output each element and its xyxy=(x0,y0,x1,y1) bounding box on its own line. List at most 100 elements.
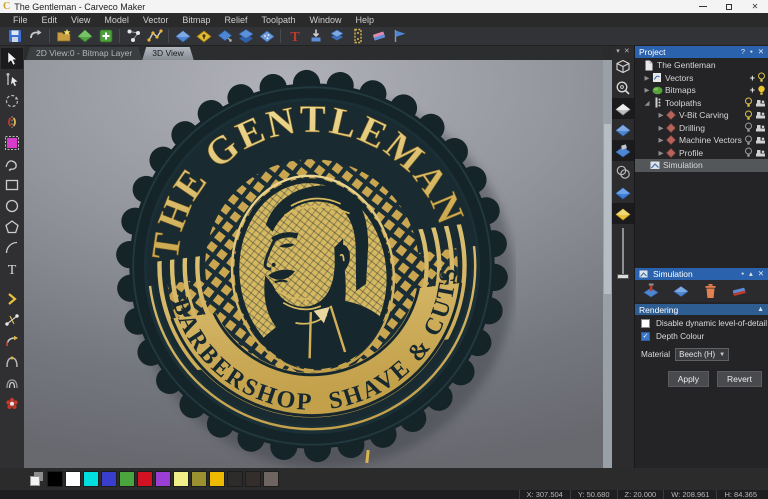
relief-stack-button[interactable] xyxy=(235,28,256,45)
relief-paste-button[interactable] xyxy=(214,28,235,45)
node-edit-tool[interactable] xyxy=(1,69,23,90)
menu-relief[interactable]: Relief xyxy=(217,13,254,27)
relief-diamond-icon[interactable] xyxy=(673,283,690,299)
depth-colour-checkbox[interactable]: ✓ xyxy=(641,332,650,341)
palette-options-icon[interactable] xyxy=(30,472,44,486)
expander-icon[interactable]: ▶ xyxy=(657,136,665,144)
node-editing-button[interactable] xyxy=(123,28,144,45)
polygon-tool[interactable] xyxy=(1,216,23,237)
menu-model[interactable]: Model xyxy=(97,13,136,27)
simulate-toolpaths-icon[interactable] xyxy=(643,283,660,299)
add-icon[interactable]: + xyxy=(750,73,755,83)
menu-view[interactable]: View xyxy=(64,13,97,27)
lightbulb-off-icon[interactable] xyxy=(744,135,753,146)
lightbulb-off-icon[interactable] xyxy=(744,147,753,158)
join-tool[interactable] xyxy=(1,351,23,372)
relief-erase-button[interactable] xyxy=(368,28,389,45)
arc-tool[interactable] xyxy=(1,237,23,258)
material-select[interactable]: Beech (H) ▼ xyxy=(675,348,729,361)
toolpath-preview-button[interactable] xyxy=(389,28,410,45)
fillet-tool[interactable] xyxy=(1,330,23,351)
relief-lock-button[interactable] xyxy=(193,28,214,45)
machine-icon[interactable] xyxy=(755,148,766,158)
lightbulb-icon[interactable] xyxy=(744,110,753,121)
machine-icon[interactable] xyxy=(755,123,766,133)
save-button[interactable] xyxy=(4,28,25,45)
menu-help[interactable]: Help xyxy=(349,13,382,27)
vector-pick-tool[interactable] xyxy=(1,288,23,309)
color-swatch[interactable] xyxy=(119,471,135,487)
lightbulb-on-icon[interactable] xyxy=(757,85,766,96)
slider-handle[interactable] xyxy=(617,274,629,279)
stamp-relief-button[interactable] xyxy=(305,28,326,45)
layer-white-button[interactable] xyxy=(612,98,634,119)
layer-stamp-button[interactable] xyxy=(612,140,634,161)
add-button[interactable] xyxy=(95,28,116,45)
node-cut-tool[interactable] xyxy=(1,309,23,330)
zoom-object-button[interactable] xyxy=(612,77,634,98)
nesting-tool[interactable] xyxy=(1,393,23,414)
help-icon[interactable]: ? xyxy=(741,46,745,58)
expander-open-icon[interactable]: ◢ xyxy=(643,99,651,107)
close-panel-icon[interactable]: ✕ xyxy=(758,268,764,280)
isometric-view-button[interactable] xyxy=(612,56,634,77)
lightbulb-icon[interactable] xyxy=(757,72,766,83)
color-swatch[interactable] xyxy=(227,471,243,487)
strip-collapse-icon[interactable]: ▾ xyxy=(616,47,620,55)
collapse-chevron-icon[interactable]: ▲ xyxy=(757,306,764,313)
pin-icon[interactable]: ▪ xyxy=(741,268,744,280)
expander-icon[interactable]: ▶ xyxy=(657,149,665,157)
disable-lod-checkbox[interactable] xyxy=(641,319,650,328)
close-button[interactable]: ✕ xyxy=(742,0,768,13)
tree-item-toolpaths[interactable]: ◢ Toolpaths xyxy=(635,97,768,110)
tree-item-profile[interactable]: ▶ Profile xyxy=(635,147,768,160)
scrollbar-thumb[interactable] xyxy=(604,124,611,294)
add-icon[interactable]: + xyxy=(750,85,755,95)
offset-tool[interactable] xyxy=(1,372,23,393)
float-icon[interactable]: ▴ xyxy=(749,268,753,280)
rendering-section-header[interactable]: Rendering ▲ xyxy=(635,304,768,315)
menu-edit[interactable]: Edit xyxy=(35,13,65,27)
select-tool[interactable] xyxy=(1,48,23,69)
layer-blue-button[interactable] xyxy=(612,119,634,140)
color-swatch[interactable] xyxy=(155,471,171,487)
menu-bitmap[interactable]: Bitmap xyxy=(175,13,217,27)
color-swatch[interactable] xyxy=(245,471,261,487)
tab-2d-view[interactable]: 2D View:0 - Bitmap Layer xyxy=(26,47,142,60)
text-tool-button[interactable]: T xyxy=(284,28,305,45)
color-swatch[interactable] xyxy=(137,471,153,487)
machine-icon[interactable] xyxy=(755,98,766,108)
create-polyline-button[interactable] xyxy=(144,28,165,45)
strip-close-icon[interactable]: ✕ xyxy=(624,47,630,55)
freehand-tool[interactable] xyxy=(1,153,23,174)
new-model-button[interactable] xyxy=(74,28,95,45)
expander-icon[interactable]: ▶ xyxy=(643,86,651,94)
tree-item-model[interactable]: The Gentleman xyxy=(635,59,768,72)
simulation-slider[interactable] xyxy=(612,228,634,284)
transform-tool[interactable] xyxy=(1,90,23,111)
ellipse-tool[interactable] xyxy=(1,195,23,216)
mirror-tool[interactable] xyxy=(1,111,23,132)
close-panel-icon[interactable]: ✕ xyxy=(758,46,764,58)
minimize-button[interactable] xyxy=(690,0,716,13)
apply-button[interactable]: Apply xyxy=(668,371,709,387)
lightbulb-off-icon[interactable] xyxy=(744,122,753,133)
bitmap-select-tool[interactable] xyxy=(1,132,23,153)
tree-item-vectors[interactable]: ▶ Vectors + xyxy=(635,72,768,85)
color-swatch[interactable] xyxy=(191,471,207,487)
undo-button[interactable] xyxy=(25,28,46,45)
relief-layers-button[interactable] xyxy=(326,28,347,45)
color-swatch[interactable] xyxy=(173,471,189,487)
rectangle-tool[interactable] xyxy=(1,174,23,195)
tree-item-machine-vectors[interactable]: ▶ Machine Vectors xyxy=(635,134,768,147)
revert-button[interactable]: Revert xyxy=(717,371,762,387)
layer-gold-button[interactable] xyxy=(612,203,634,224)
machine-icon[interactable] xyxy=(755,135,766,145)
expander-icon[interactable]: ▶ xyxy=(657,124,665,132)
tree-item-drilling[interactable]: ▶ Drilling xyxy=(635,122,768,135)
tab-3d-view[interactable]: 3D View xyxy=(142,47,194,60)
color-swatch[interactable] xyxy=(65,471,81,487)
relief-texture-button[interactable] xyxy=(256,28,277,45)
tree-item-simulation[interactable]: Simulation xyxy=(635,159,768,172)
delete-trash-icon[interactable] xyxy=(703,283,718,299)
